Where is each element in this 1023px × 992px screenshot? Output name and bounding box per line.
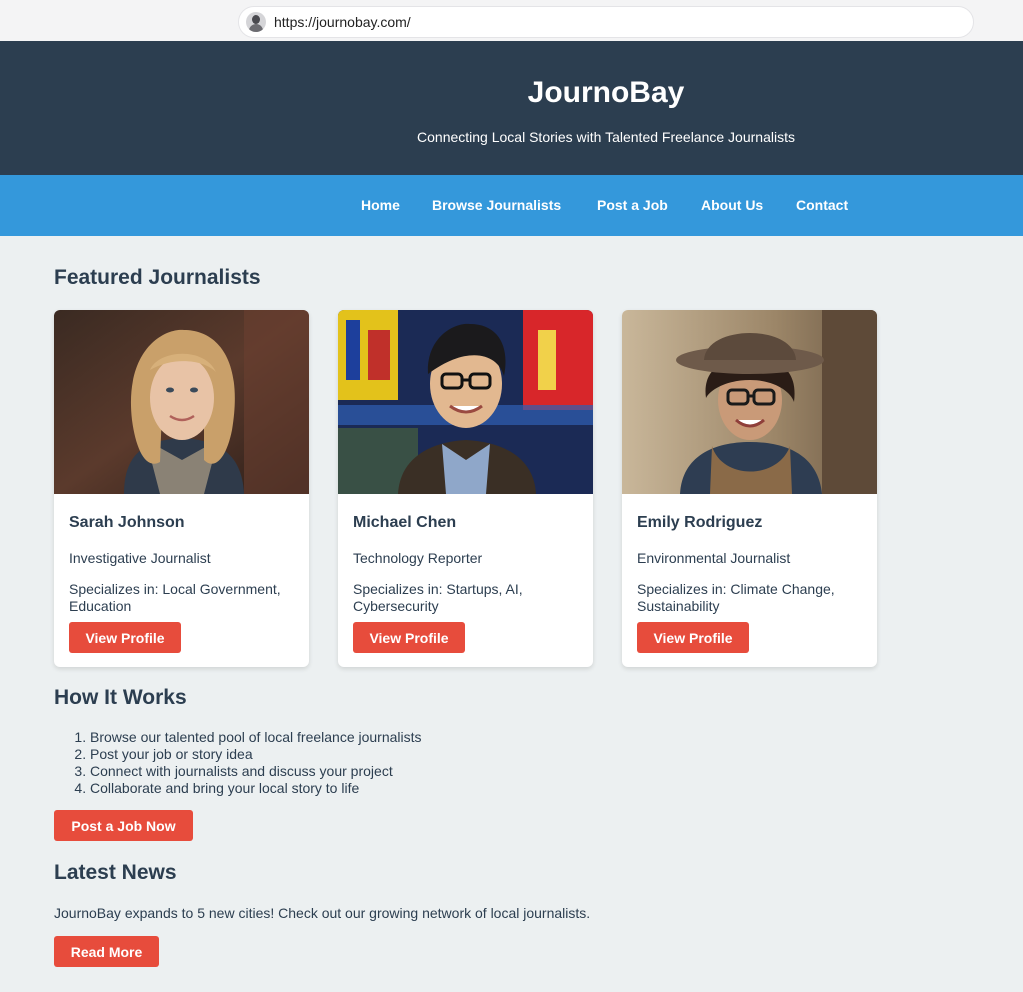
news-text: JournoBay expands to 5 new cities! Check…: [54, 905, 591, 921]
read-more-button[interactable]: Read More: [54, 936, 159, 967]
site-favicon-icon: [246, 12, 266, 32]
browser-toolbar: https://journobay.com/: [0, 0, 1023, 41]
journalist-card: Emily Rodriguez Environmental Journalist…: [622, 310, 877, 667]
journalist-name: Sarah Johnson: [69, 514, 185, 531]
post-job-now-button[interactable]: Post a Job Now: [54, 810, 193, 841]
journalist-role: Environmental Journalist: [637, 550, 791, 566]
nav-home-link[interactable]: Home: [361, 197, 400, 213]
journalist-photo: [338, 310, 593, 494]
step-item: Connect with journalists and discuss you…: [90, 763, 422, 780]
nav-about-us-link[interactable]: About Us: [701, 197, 763, 213]
view-profile-button[interactable]: View Profile: [353, 622, 465, 653]
journalist-specialties: Specializes in: Startups, AI, Cybersecur…: [353, 581, 523, 614]
journalist-specialties: Specializes in: Local Government, Educat…: [69, 581, 281, 614]
journalist-specialties: Specializes in: Climate Change, Sustaina…: [637, 581, 835, 614]
main-nav: Home Browse Journalists Post a Job About…: [0, 175, 1023, 236]
site-tagline: Connecting Local Stories with Talented F…: [417, 129, 795, 145]
step-item: Collaborate and bring your local story t…: [90, 780, 422, 797]
latest-news-heading: Latest News: [54, 861, 177, 884]
journalist-photo: [54, 310, 309, 494]
nav-browse-journalists-link[interactable]: Browse Journalists: [432, 197, 561, 213]
journalist-card: Michael Chen Technology Reporter Special…: [338, 310, 593, 667]
site-header: JournoBay Connecting Local Stories with …: [0, 41, 1023, 175]
step-item: Browse our talented pool of local freela…: [90, 729, 422, 746]
featured-journalists-heading: Featured Journalists: [54, 266, 261, 289]
step-item: Post your job or story idea: [90, 746, 422, 763]
journalist-name: Emily Rodriguez: [637, 514, 763, 531]
view-profile-button[interactable]: View Profile: [69, 622, 181, 653]
nav-post-job-link[interactable]: Post a Job: [597, 197, 668, 213]
journalist-role: Technology Reporter: [353, 550, 483, 566]
journalist-role: Investigative Journalist: [69, 550, 211, 566]
nav-contact-link[interactable]: Contact: [796, 197, 848, 213]
address-bar[interactable]: https://journobay.com/: [238, 6, 974, 38]
view-profile-button[interactable]: View Profile: [637, 622, 749, 653]
journalist-card: Sarah Johnson Investigative Journalist S…: [54, 310, 309, 667]
journalist-photo: [622, 310, 877, 494]
steps-list: Browse our talented pool of local freela…: [90, 729, 422, 797]
journalist-name: Michael Chen: [353, 514, 457, 531]
how-it-works-heading: How It Works: [54, 686, 187, 709]
url-text[interactable]: https://journobay.com/: [274, 14, 411, 30]
site-title: JournoBay: [527, 76, 685, 109]
